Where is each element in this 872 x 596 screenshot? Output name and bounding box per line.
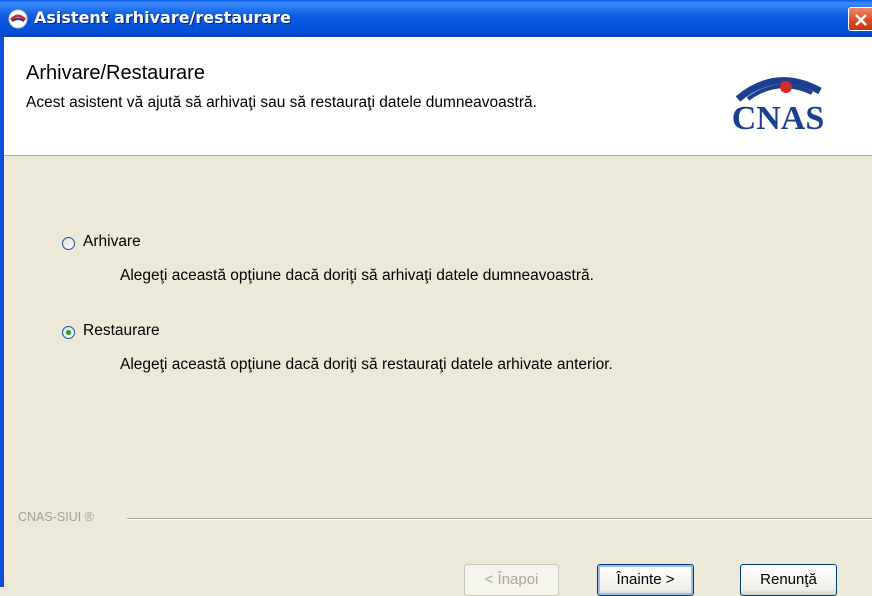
cnas-logo: CNAS — [732, 77, 825, 135]
window-title: Asistent arhivare/restaurare — [34, 8, 291, 27]
footer-divider — [127, 518, 872, 520]
back-button[interactable]: < Înapoi — [464, 564, 559, 596]
option-description: Alegeţi această opţiune dacă doriţi să a… — [120, 267, 594, 284]
close-icon — [855, 14, 867, 26]
next-button[interactable]: Înainte > — [597, 564, 694, 596]
page-subtitle: Acest asistent vă ajută să arhivaţi sau … — [26, 94, 537, 111]
option-label[interactable]: Restaurare — [83, 322, 160, 340]
svg-text:CNAS: CNAS — [732, 100, 825, 135]
option-label[interactable]: Arhivare — [83, 233, 141, 251]
radio-arhivare[interactable] — [62, 237, 75, 250]
radio-restaurare[interactable] — [62, 326, 75, 339]
title-bar[interactable]: Asistent arhivare/restaurare — [0, 0, 872, 37]
option-description: Alegeţi această opţiune dacă doriţi să r… — [120, 356, 613, 373]
wizard-window: Asistent arhivare/restaurare Arhivare/Re… — [0, 0, 872, 596]
page-title: Arhivare/Restaurare — [26, 62, 205, 84]
wizard-header: Arhivare/Restaurare Acest asistent vă aj… — [4, 37, 872, 156]
radio-selected-dot — [66, 330, 71, 335]
cancel-button[interactable]: Renunţă — [740, 564, 837, 596]
cnas-app-icon — [8, 9, 28, 29]
footer-brand: CNAS-SIUI ® — [18, 510, 94, 524]
close-button[interactable] — [848, 7, 872, 31]
